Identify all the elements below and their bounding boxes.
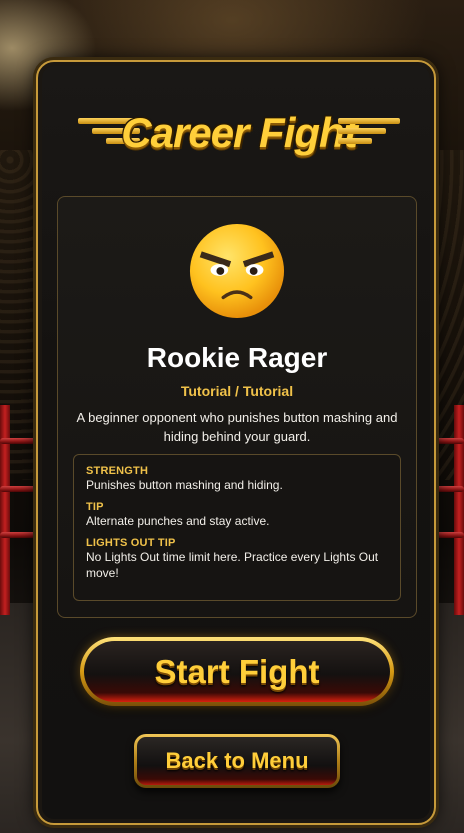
ring-corner-post-right [454, 405, 464, 615]
opponent-description: A beginner opponent who punishes button … [76, 410, 398, 444]
opponent-name: Rookie Rager [146, 342, 328, 373]
back-to-menu-label: Back to Menu [137, 737, 337, 785]
opponent-details-box: STRENGTH Punishes button mashing and hid… [73, 454, 401, 601]
start-fight-label: Start Fight [84, 641, 390, 702]
logo-title: Career Fight [121, 109, 357, 156]
strength-text: Punishes button mashing and hiding. [86, 478, 283, 492]
angry-face-icon [189, 223, 285, 319]
tip-text: Alternate punches and stay active. [86, 514, 270, 528]
lights-out-tip-label: LIGHTS OUT TIP [86, 537, 176, 549]
start-fight-button[interactable]: Start Fight [80, 637, 394, 706]
opponent-mode: Tutorial / Tutorial [180, 383, 294, 399]
strength-label: STRENGTH [86, 465, 149, 477]
boxing-arena-background: Career Fight Rookie Rager Tutorial / Tut… [0, 0, 464, 833]
ring-corner-post-left [0, 405, 10, 615]
lights-out-tip-text: No Lights Out time limit here. Practice … [86, 550, 379, 580]
back-to-menu-button[interactable]: Back to Menu [134, 734, 340, 788]
tip-label: TIP [86, 501, 104, 513]
ring-rope-right-top [434, 438, 464, 444]
ring-rope-right-bottom [434, 532, 464, 538]
logo-wing-right [338, 118, 400, 148]
career-fight-logo: Career Fight [78, 100, 400, 166]
ring-rope-left-top [0, 438, 40, 444]
ring-rope-left-middle [0, 486, 40, 492]
ring-rope-right-middle [434, 486, 464, 492]
ring-rope-left-bottom [0, 532, 40, 538]
